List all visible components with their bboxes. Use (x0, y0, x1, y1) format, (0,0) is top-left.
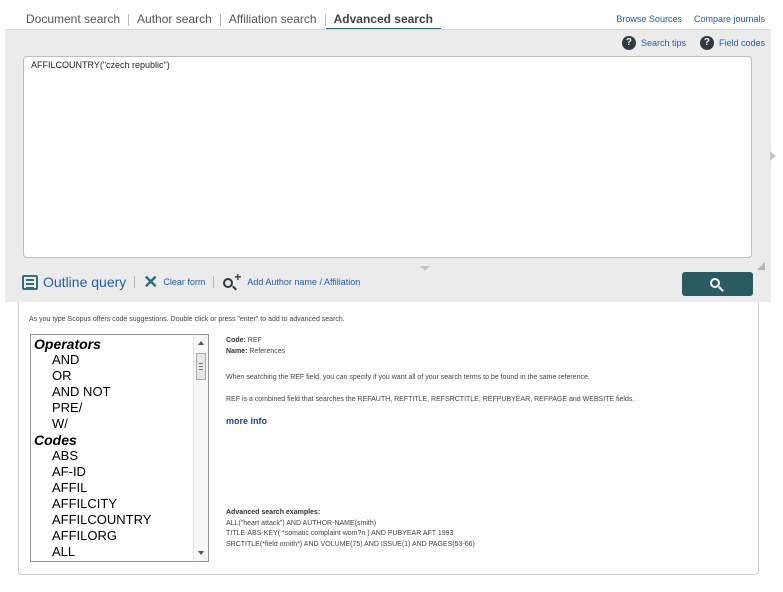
field-codes-label: Field codes (718, 38, 765, 48)
compare-journals-link[interactable]: Compare journals (694, 14, 765, 24)
toolbar-divider (134, 276, 136, 288)
scroll-down-icon[interactable] (198, 551, 204, 555)
code-item[interactable]: AFFIL (31, 480, 193, 496)
example-line: TITLE-ABS-KEY( *somatic complaint wom?n … (226, 530, 454, 537)
help-icon: ? (699, 36, 714, 50)
clear-x-icon: ✕ (143, 272, 159, 292)
add-author-affiliation-button[interactable]: + Add Author name / Affiliation (222, 270, 361, 291)
clear-form-button[interactable]: ✕ Clear form (143, 272, 206, 292)
tab-document-search[interactable]: Document search (18, 10, 128, 30)
top-links: Browse Sources Compare journals (616, 14, 765, 24)
search-button[interactable] (682, 272, 753, 296)
code-item[interactable]: ABS (31, 448, 193, 464)
field-code-details: Code: REF Name: References When searchin… (226, 335, 746, 427)
scroll-up-icon[interactable] (198, 341, 204, 345)
field-codes-link[interactable]: ? Field codes (699, 36, 765, 50)
toolbar-divider (213, 276, 215, 288)
operators-heading: Operators (34, 336, 101, 352)
code-list-scrollbar[interactable] (193, 335, 208, 561)
examples-title: Advanced search examples: (226, 509, 321, 516)
query-toolbar: Outline query ✕ Clear form + Add Author … (22, 270, 361, 292)
outline-list-icon (22, 274, 38, 290)
scrollbar-thumb[interactable] (196, 353, 206, 380)
search-tips-label: Search tips (640, 38, 686, 48)
search-examples: Advanced search examples: ALL("heart att… (226, 508, 475, 550)
search-add-icon: + (222, 270, 242, 291)
help-links: ? Search tips ? Field codes (621, 36, 765, 50)
field-code-items: Operators AND OR AND NOT PRE/W/Codes ABS AF-I… (31, 335, 193, 561)
search-tips-link[interactable]: ? Search tips (621, 36, 686, 50)
add-author-affiliation-label: Add Author name / Affiliation (247, 277, 361, 287)
tab-affiliation-search[interactable]: Affiliation search (221, 10, 325, 30)
name-line: Name: References (226, 348, 286, 355)
outline-query-button[interactable]: Outline query (22, 274, 126, 290)
outline-query-label: Outline query (43, 274, 127, 290)
code-item[interactable]: AF-ID (31, 464, 193, 480)
more-info-link[interactable]: more info (226, 416, 746, 427)
example-line: ALL("heart attack") AND AUTHOR-NAME(smit… (226, 519, 377, 527)
operator-item[interactable]: OR (31, 368, 193, 384)
tab-author-search[interactable]: Author search (129, 10, 220, 30)
code-line: Code: REF (226, 337, 262, 344)
tab-advanced-search[interactable]: Advanced search (325, 10, 441, 30)
search-type-tabs: Document search Author search Affiliatio… (18, 10, 441, 30)
operator-item[interactable]: AND (31, 352, 193, 368)
code-item[interactable]: AFFILCOUNTRY (31, 512, 193, 528)
codes-heading: Codes (34, 432, 77, 448)
advanced-query-input[interactable] (23, 56, 752, 258)
code-item[interactable]: AFFILORG (31, 528, 193, 544)
field-code-list[interactable]: Operators AND OR AND NOT PRE/W/Codes ABS AF-I… (30, 334, 209, 562)
code-suggestion-hint: As you type Scopus offers code suggestio… (29, 316, 345, 323)
chevron-down-icon[interactable] (420, 266, 430, 271)
code-item[interactable]: ALL (31, 544, 193, 560)
details-paragraph: REF is a combined field that searches th… (226, 396, 635, 403)
code-item[interactable]: AFFILCITY (31, 496, 193, 512)
example-line: SRCTITLE(*field ornith*) AND VOLUME(75) … (226, 540, 475, 548)
code-value: REF (247, 337, 262, 344)
operator-item[interactable]: AND NOT (31, 384, 193, 400)
browse-sources-link[interactable]: Browse Sources (616, 14, 682, 24)
operator-item[interactable]: W/ (31, 416, 193, 432)
details-paragraph: When searching the REF field, you can sp… (226, 374, 590, 381)
help-icon: ? (621, 36, 636, 50)
name-value: References (249, 348, 286, 355)
resize-handle-icon[interactable] (757, 262, 765, 270)
operator-item[interactable]: PRE/ (31, 400, 193, 416)
clear-form-label: Clear form (163, 277, 206, 287)
expand-panel-arrow-icon[interactable] (770, 151, 776, 161)
